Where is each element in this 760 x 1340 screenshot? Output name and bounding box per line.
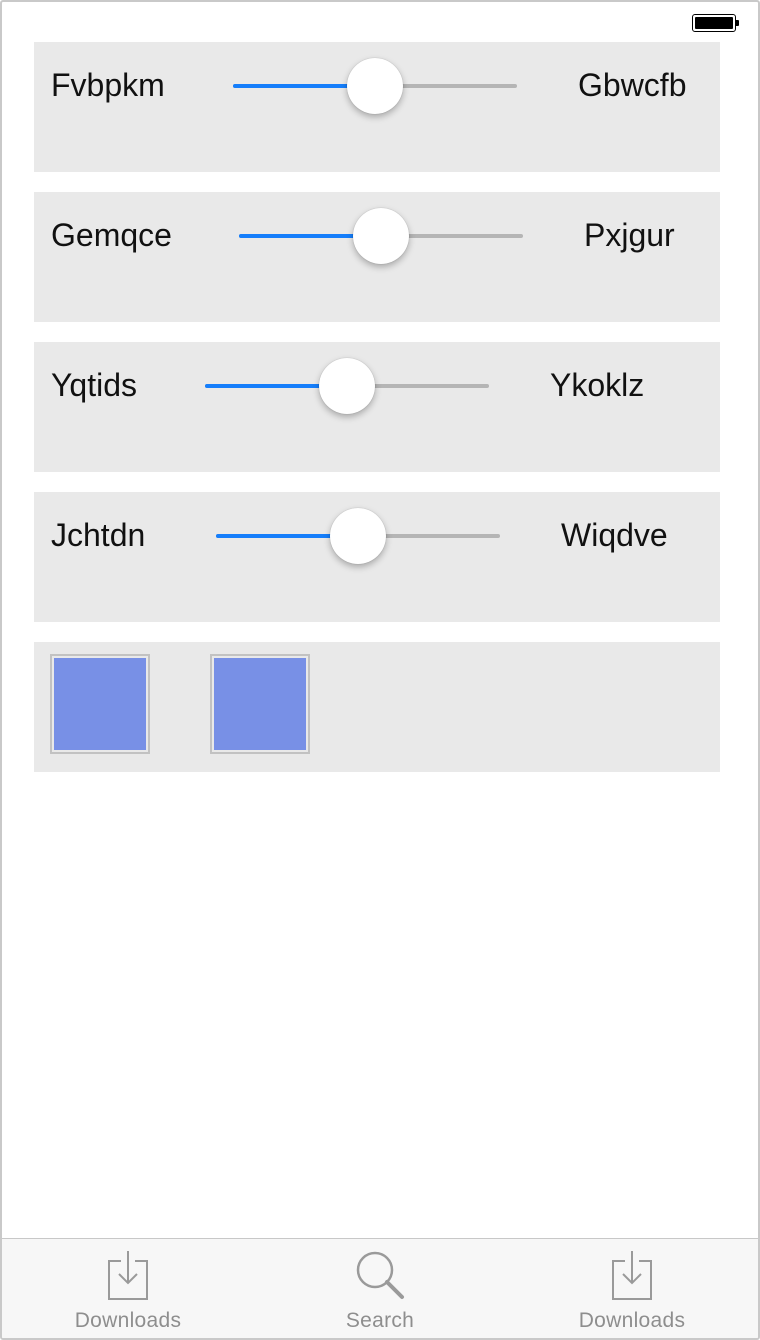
slider-min-label: Jchtdn xyxy=(51,517,146,553)
battery-icon xyxy=(692,14,739,32)
color-swatch-2[interactable] xyxy=(210,654,310,754)
slider-min-label: Fvbpkm xyxy=(51,67,165,103)
slider-row-1: Fvbpkm Gbwcfb xyxy=(34,42,720,172)
tab-bar: Downloads Search Downloads xyxy=(2,1238,758,1338)
tab-label: Downloads xyxy=(74,1309,182,1332)
tab-search[interactable]: Search xyxy=(254,1239,506,1338)
tab-downloads-1[interactable]: Downloads xyxy=(2,1239,254,1338)
tab-downloads-2[interactable]: Downloads xyxy=(506,1239,758,1338)
slider-max-label: Ykoklz xyxy=(550,367,645,403)
color-swatch-fill xyxy=(214,658,306,750)
slider-min-label: Yqtids xyxy=(51,367,137,403)
app-screen: Fvbpkm Gbwcfb Gemqce Pxjgur Yqtids Ykokl… xyxy=(0,0,760,1340)
slider-row-4: Jchtdn Wiqdve xyxy=(34,492,720,622)
slider-thumb[interactable] xyxy=(330,508,386,564)
tab-label: Downloads xyxy=(578,1309,686,1332)
download-icon xyxy=(612,1251,652,1300)
slider-thumb[interactable] xyxy=(347,58,403,114)
download-icon xyxy=(108,1251,148,1300)
slider-row-3: Yqtids Ykoklz xyxy=(34,342,720,472)
slider-thumb[interactable] xyxy=(353,208,409,264)
slider-3[interactable] xyxy=(205,358,489,414)
slider-max-label: Wiqdve xyxy=(561,517,668,553)
tab-label: Search xyxy=(345,1309,415,1332)
search-icon xyxy=(356,1251,404,1299)
slider-max-label: Gbwcfb xyxy=(578,67,687,103)
slider-thumb[interactable] xyxy=(319,358,375,414)
slider-min-label: Gemqce xyxy=(51,217,172,253)
slider-4[interactable] xyxy=(216,508,500,564)
slider-2[interactable] xyxy=(239,208,523,264)
slider-1[interactable] xyxy=(233,58,517,114)
slider-row-2: Gemqce Pxjgur xyxy=(34,192,720,322)
slider-max-label: Pxjgur xyxy=(584,217,675,253)
color-swatch-fill xyxy=(54,658,146,750)
color-swatch-1[interactable] xyxy=(50,654,150,754)
color-swatch-row xyxy=(34,642,720,772)
